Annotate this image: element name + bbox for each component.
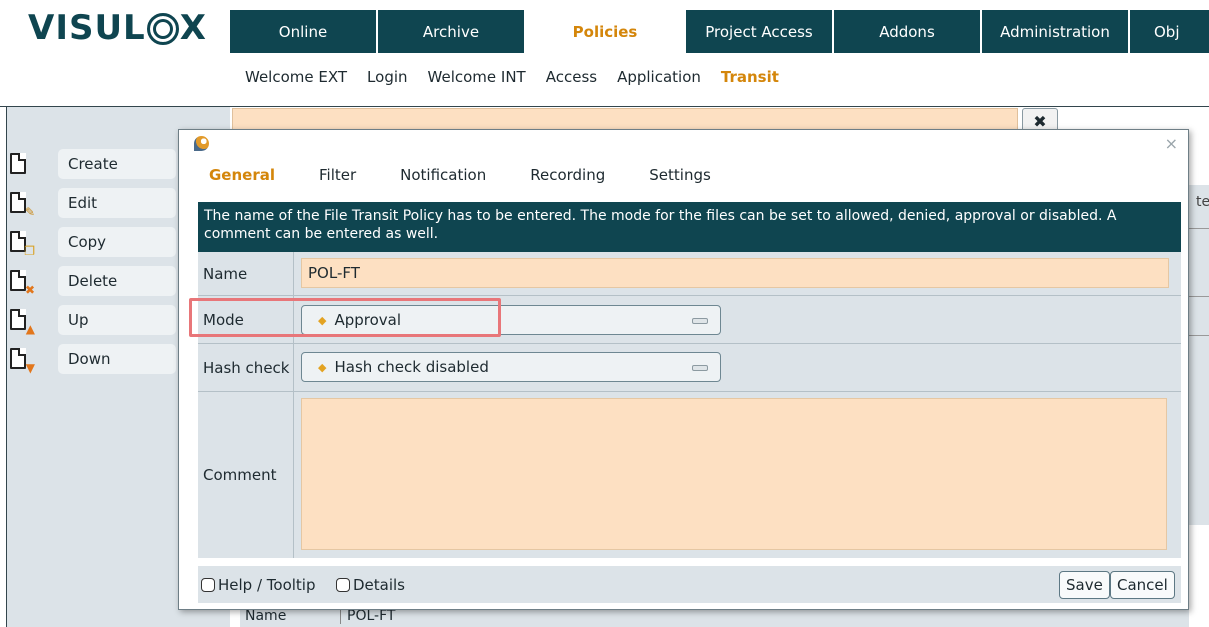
down-button[interactable]: ▼ Down [10,344,176,374]
copy-button[interactable]: ❐ Copy [10,227,176,257]
copy-label: Copy [58,227,176,257]
comment-row: Comment [198,392,1181,558]
edit-button[interactable]: ✎ Edit [10,188,176,218]
background-name-value: POL-FT [340,608,395,624]
tab-policies[interactable]: Policies [526,10,686,53]
tab-objects[interactable]: Obj [1130,10,1209,53]
subnav-login[interactable]: Login [367,68,407,86]
dropdown-handle-icon [692,318,708,324]
app-icon [194,136,209,151]
background-name-label: Name [245,608,287,624]
tab-online[interactable]: Online [230,10,378,53]
checkbox-icon [201,578,215,592]
top-navigation: Online Archive Policies Project Access A… [230,10,1209,53]
visulox-logo: VISUL X [28,6,207,50]
background-divider [1188,296,1209,297]
down-label: Down [58,344,176,374]
subnav-welcome-int[interactable]: Welcome INT [428,68,526,86]
hash-check-value: Hash check disabled [334,358,489,376]
info-banner: The name of the File Transit Policy has … [198,202,1181,252]
background-right-panel [1188,185,1209,525]
tab-settings[interactable]: Settings [649,166,711,184]
tab-addons[interactable]: Addons [834,10,982,53]
logo-text-left: VISUL [28,8,146,48]
new-document-icon [10,153,30,175]
background-right-text: te [1196,194,1209,210]
tab-project-access[interactable]: Project Access [686,10,834,53]
name-row: Name POL-FT [198,252,1181,296]
copy-document-icon: ❐ [10,231,35,257]
dropdown-handle-icon [692,365,708,371]
tab-recording[interactable]: Recording [530,166,605,184]
save-button[interactable]: Save [1059,571,1110,599]
create-label: Create [58,149,176,179]
mode-highlight-box [189,298,501,337]
tab-filter[interactable]: Filter [319,166,356,184]
tab-administration[interactable]: Administration [982,10,1130,53]
comment-textarea[interactable] [301,398,1167,550]
logo-text-right: X [179,8,207,48]
up-label: Up [58,305,176,335]
up-button[interactable]: ▲ Up [10,305,176,335]
create-button[interactable]: Create [10,149,176,179]
checkbox-icon [336,578,350,592]
move-up-document-icon: ▲ [10,309,35,335]
cancel-button[interactable]: Cancel [1110,571,1175,599]
hash-check-label: Hash check [198,344,294,391]
details-label: Details [353,576,406,594]
delete-document-icon: ✖ [10,270,35,296]
subnav-transit[interactable]: Transit [721,68,779,86]
tab-archive[interactable]: Archive [378,10,526,53]
edit-label: Edit [58,188,176,218]
edit-document-icon: ✎ [10,192,35,218]
tab-notification[interactable]: Notification [400,166,486,184]
delete-button[interactable]: ✖ Delete [10,266,176,296]
sub-navigation: Welcome EXT Login Welcome INT Access App… [245,68,779,86]
move-down-document-icon: ▼ [10,348,35,374]
help-tooltip-checkbox[interactable]: Help / Tooltip [201,576,316,594]
file-transit-policy-dialog: × General Filter Notification Recording … [178,129,1189,610]
select-arrows-icon: ◆ [318,360,327,374]
help-tooltip-label: Help / Tooltip [218,576,316,594]
hash-check-select[interactable]: ◆ Hash check disabled [301,352,721,382]
details-checkbox[interactable]: Details [336,576,405,594]
subnav-application[interactable]: Application [617,68,701,86]
delete-label: Delete [58,266,176,296]
hash-check-row: Hash check ◆ Hash check disabled [198,344,1181,392]
name-label: Name [198,252,294,295]
name-input[interactable]: POL-FT [301,258,1169,288]
background-divider [1188,335,1209,336]
dialog-footer: Help / Tooltip Details Save Cancel [198,566,1181,603]
tab-general[interactable]: General [209,166,275,184]
comment-label: Comment [198,392,294,558]
background-divider [1188,228,1209,229]
dialog-tabs: General Filter Notification Recording Se… [209,166,711,184]
logo-ring-icon [146,13,179,45]
subnav-access[interactable]: Access [546,68,597,86]
close-icon[interactable]: × [1165,134,1178,153]
subnav-welcome-ext[interactable]: Welcome EXT [245,68,347,86]
